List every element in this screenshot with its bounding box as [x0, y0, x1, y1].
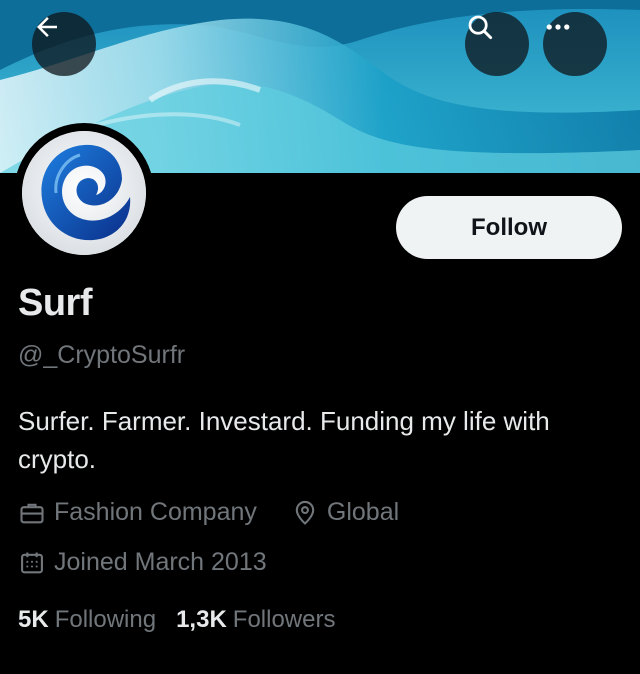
profile-joined-row: Joined March 2013 [18, 548, 267, 577]
profile-location: Global [291, 498, 399, 527]
profile-stats: 5K Following 1,3K Followers [18, 606, 335, 634]
search-button[interactable] [465, 12, 529, 76]
profile-bio: Surfer. Farmer. Investard. Funding my li… [18, 406, 550, 474]
arrow-left-icon [37, 17, 57, 37]
profile-category-label: Fashion Company [54, 498, 257, 526]
profile-handle: @_CryptoSurfr [18, 341, 186, 369]
following-link[interactable]: 5K Following [18, 606, 156, 634]
calendar-icon [21, 552, 43, 573]
profile-avatar[interactable] [14, 123, 154, 263]
profile-name: Surf [18, 282, 93, 324]
following-count: 5K [18, 606, 49, 633]
briefcase-icon [20, 503, 44, 523]
location-pin-icon [295, 500, 315, 525]
profile-category: Fashion Company [18, 498, 257, 527]
wave-logo-icon [22, 131, 146, 255]
profile-joined: Joined March 2013 [18, 548, 267, 577]
profile-joined-label: Joined March 2013 [54, 548, 267, 576]
more-horizontal-icon [546, 24, 570, 30]
profile-location-label: Global [326, 498, 400, 526]
followers-count: 1,3K [176, 606, 227, 633]
back-button[interactable] [32, 12, 96, 76]
profile-meta-row: Fashion Company Global [18, 498, 399, 527]
avatar-logo [22, 131, 146, 255]
followers-label: Followers [232, 606, 336, 633]
followers-link[interactable]: 1,3K Followers [176, 606, 335, 634]
following-label: Following [54, 606, 157, 633]
more-options-button[interactable] [543, 12, 607, 76]
search-icon [468, 15, 493, 40]
follow-button[interactable]: Follow [396, 196, 622, 259]
